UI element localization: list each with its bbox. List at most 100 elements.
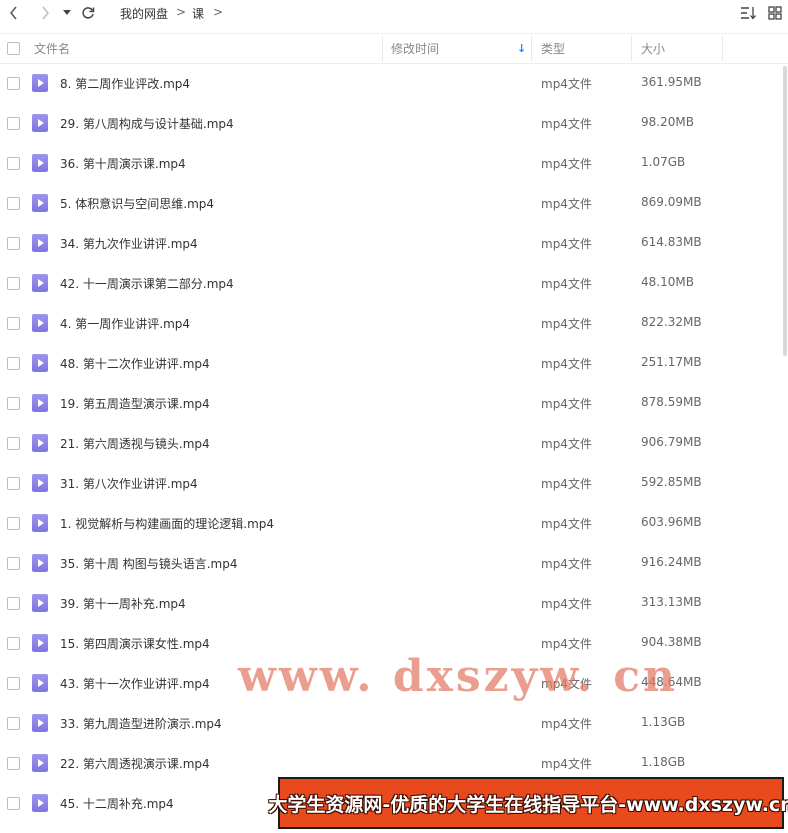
select-all-checkbox[interactable] (7, 42, 20, 55)
video-file-icon (32, 594, 48, 612)
file-type: mp4文件 (541, 277, 592, 291)
column-divider[interactable] (531, 36, 532, 61)
column-divider[interactable] (722, 36, 723, 61)
file-row[interactable]: 34. 第九次作业讲评.mp4 mp4文件 614.83MB (0, 223, 788, 263)
video-file-icon (32, 754, 48, 772)
file-row[interactable]: 29. 第八周构成与设计基础.mp4 mp4文件 98.20MB (0, 103, 788, 143)
file-name[interactable]: 15. 第四周演示课女性.mp4 (60, 635, 210, 652)
file-type: mp4文件 (541, 397, 592, 411)
row-checkbox[interactable] (7, 677, 20, 690)
breadcrumb-separator: > (176, 5, 187, 19)
row-checkbox[interactable] (7, 477, 20, 490)
file-name[interactable]: 48. 第十二次作业讲评.mp4 (60, 355, 210, 372)
file-row[interactable]: 48. 第十二次作业讲评.mp4 mp4文件 251.17MB (0, 343, 788, 383)
video-file-icon (32, 194, 48, 212)
row-checkbox[interactable] (7, 557, 20, 570)
row-checkbox[interactable] (7, 597, 20, 610)
row-checkbox[interactable] (7, 197, 20, 210)
file-row[interactable]: 19. 第五周造型演示课.mp4 mp4文件 878.59MB (0, 383, 788, 423)
row-checkbox[interactable] (7, 797, 20, 810)
file-name[interactable]: 8. 第二周作业评改.mp4 (60, 75, 190, 92)
file-row[interactable]: 1. 视觉解析与构建画面的理论逻辑.mp4 mp4文件 603.96MB (0, 503, 788, 543)
history-dropdown-button[interactable] (61, 3, 73, 23)
file-name[interactable]: 22. 第六周透视演示课.mp4 (60, 755, 210, 772)
file-size: 98.20MB (641, 115, 694, 129)
breadcrumb-item-current[interactable]: 课 (192, 5, 204, 22)
file-row[interactable]: 4. 第一周作业讲评.mp4 mp4文件 822.32MB (0, 303, 788, 343)
toolbar: 我的网盘 > 课 > (0, 0, 788, 26)
view-toggle-button[interactable] (766, 3, 784, 23)
file-name[interactable]: 31. 第八次作业讲评.mp4 (60, 475, 198, 492)
file-name[interactable]: 19. 第五周造型演示课.mp4 (60, 395, 210, 412)
file-name[interactable]: 33. 第九周造型进阶演示.mp4 (60, 715, 222, 732)
file-row[interactable]: 5. 体积意识与空间思维.mp4 mp4文件 869.09MB (0, 183, 788, 223)
row-checkbox[interactable] (7, 637, 20, 650)
column-type[interactable]: 类型 (541, 34, 565, 63)
file-size: 916.24MB (641, 555, 702, 569)
row-checkbox[interactable] (7, 157, 20, 170)
row-checkbox[interactable] (7, 517, 20, 530)
file-type: mp4文件 (541, 357, 592, 371)
file-type: mp4文件 (541, 597, 592, 611)
row-checkbox[interactable] (7, 397, 20, 410)
file-row[interactable]: 35. 第十周 构图与镜头语言.mp4 mp4文件 916.24MB (0, 543, 788, 583)
file-row[interactable]: 39. 第十一周补充.mp4 mp4文件 313.13MB (0, 583, 788, 623)
row-checkbox[interactable] (7, 317, 20, 330)
column-size[interactable]: 大小 (641, 34, 665, 63)
vertical-scrollbar[interactable] (783, 66, 787, 356)
file-name[interactable]: 42. 十一周演示课第二部分.mp4 (60, 275, 234, 292)
file-size: 906.79MB (641, 435, 702, 449)
chevron-left-icon (10, 6, 17, 20)
file-name[interactable]: 21. 第六周透视与镜头.mp4 (60, 435, 210, 452)
file-type: mp4文件 (541, 237, 592, 251)
watermark-banner: 大学生资源网-优质的大学生在线指导平台-www.dxszyw.cn (268, 777, 788, 829)
file-name[interactable]: 43. 第十一次作业讲评.mp4 (60, 675, 210, 692)
refresh-button[interactable] (79, 3, 97, 23)
file-name[interactable]: 4. 第一周作业讲评.mp4 (60, 315, 190, 332)
file-row[interactable]: 42. 十一周演示课第二部分.mp4 mp4文件 48.10MB (0, 263, 788, 303)
file-type: mp4文件 (541, 637, 592, 651)
file-name[interactable]: 5. 体积意识与空间思维.mp4 (60, 195, 214, 212)
row-checkbox[interactable] (7, 77, 20, 90)
row-checkbox[interactable] (7, 717, 20, 730)
file-row[interactable]: 33. 第九周造型进阶演示.mp4 mp4文件 1.13GB (0, 703, 788, 743)
column-divider[interactable] (382, 36, 383, 61)
file-size: 1.18GB (641, 755, 686, 769)
sort-button[interactable] (739, 3, 757, 23)
file-type: mp4文件 (541, 197, 592, 211)
file-row[interactable]: 36. 第十周演示课.mp4 mp4文件 1.07GB (0, 143, 788, 183)
row-checkbox[interactable] (7, 277, 20, 290)
file-name[interactable]: 35. 第十周 构图与镜头语言.mp4 (60, 555, 237, 572)
file-name[interactable]: 36. 第十周演示课.mp4 (60, 155, 186, 172)
file-type: mp4文件 (541, 437, 592, 451)
file-list: 8. 第二周作业评改.mp4 mp4文件 361.95MB 29. 第八周构成与设计基… (0, 63, 788, 833)
file-size: 904.38MB (641, 635, 702, 649)
file-size: 822.32MB (641, 315, 702, 329)
file-row[interactable]: 8. 第二周作业评改.mp4 mp4文件 361.95MB (0, 63, 788, 103)
file-type: mp4文件 (541, 117, 592, 131)
back-button[interactable] (5, 3, 23, 23)
row-checkbox[interactable] (7, 237, 20, 250)
file-name[interactable]: 39. 第十一周补充.mp4 (60, 595, 186, 612)
file-name[interactable]: 29. 第八周构成与设计基础.mp4 (60, 115, 234, 132)
file-size: 614.83MB (641, 235, 702, 249)
file-name[interactable]: 45. 十二周补充.mp4 (60, 795, 174, 812)
video-file-icon (32, 314, 48, 332)
file-row[interactable]: 31. 第八次作业讲评.mp4 mp4文件 592.85MB (0, 463, 788, 503)
file-row[interactable]: 21. 第六周透视与镜头.mp4 mp4文件 906.79MB (0, 423, 788, 463)
breadcrumb-item-root[interactable]: 我的网盘 (120, 5, 168, 22)
column-divider[interactable] (631, 36, 632, 61)
row-checkbox[interactable] (7, 437, 20, 450)
grid-view-icon (768, 6, 782, 20)
file-name[interactable]: 34. 第九次作业讲评.mp4 (60, 235, 198, 252)
file-name[interactable]: 1. 视觉解析与构建画面的理论逻辑.mp4 (60, 515, 274, 532)
row-checkbox[interactable] (7, 357, 20, 370)
video-file-icon (32, 114, 48, 132)
column-name[interactable]: 文件名 (34, 34, 70, 63)
row-checkbox[interactable] (7, 757, 20, 770)
video-file-icon (32, 714, 48, 732)
forward-button[interactable] (36, 3, 54, 23)
column-modified[interactable]: 修改时间 (391, 34, 439, 63)
file-type: mp4文件 (541, 757, 592, 771)
row-checkbox[interactable] (7, 117, 20, 130)
